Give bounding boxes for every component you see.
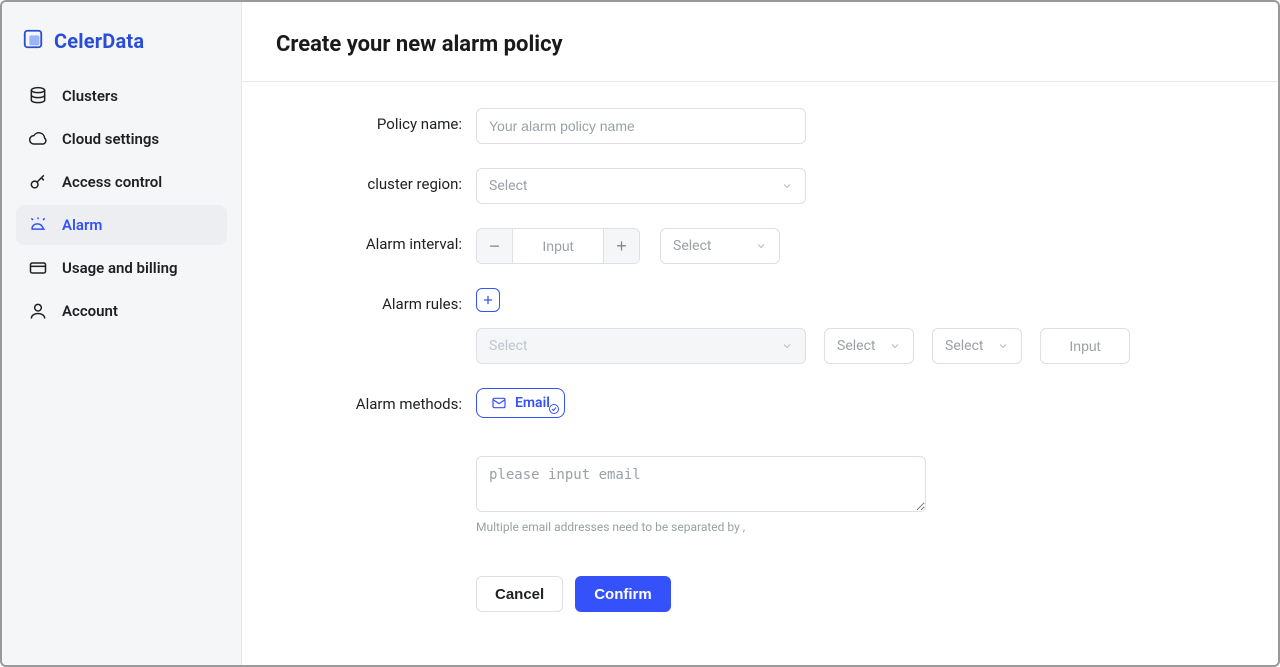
select-placeholder: Select [837,338,875,354]
alarm-interval-input[interactable] [513,229,603,263]
stepper-increase-button[interactable]: + [603,229,639,263]
user-icon [28,301,48,321]
brand-name: CelerData [54,29,144,53]
rule-metric-select[interactable]: Select [476,328,806,364]
sidebar-item-label: Cloud settings [62,130,159,148]
key-icon [28,172,48,192]
alarm-interval-stepper: − + [476,228,640,264]
check-circle-icon [548,403,560,415]
chevron-down-icon [889,340,901,352]
alarm-rules-label: Alarm rules: [276,288,476,313]
confirm-button[interactable]: Confirm [575,576,671,612]
rule-condition-select[interactable]: Select [932,328,1022,364]
sidebar-item-label: Access control [62,173,162,191]
card-icon [28,258,48,278]
add-rule-button[interactable] [476,288,500,312]
select-placeholder: Select [673,238,711,254]
chevron-down-icon [781,340,793,352]
rule-operator-select[interactable]: Select [824,328,914,364]
cluster-region-label: cluster region: [276,168,476,193]
rule-value-input[interactable] [1040,328,1130,364]
sidebar-item-label: Account [62,302,118,320]
select-placeholder: Select [489,178,527,194]
database-icon [28,86,48,106]
cancel-button[interactable]: Cancel [476,576,563,612]
chevron-down-icon [997,340,1009,352]
sidebar-nav: Clusters Cloud settings Access control A… [16,76,227,331]
alarm-methods-label: Alarm methods: [276,388,476,413]
sidebar-item-account[interactable]: Account [16,291,227,331]
alarm-icon [28,215,48,235]
alarm-email-textarea[interactable] [476,456,926,512]
sidebar-item-clusters[interactable]: Clusters [16,76,227,116]
sidebar-item-label: Alarm [62,216,102,234]
logo-icon [22,28,44,54]
page-header: Create your new alarm policy [242,2,1278,82]
policy-name-label: Policy name: [276,108,476,133]
cloud-icon [28,129,48,149]
chevron-down-icon [755,240,767,252]
sidebar-item-label: Clusters [62,87,118,105]
sidebar-item-label: Usage and billing [62,259,178,277]
sidebar-item-usage-billing[interactable]: Usage and billing [16,248,227,288]
alarm-interval-label: Alarm interval: [276,228,476,253]
stepper-decrease-button[interactable]: − [477,229,513,263]
alarm-method-email-chip[interactable]: Email [476,388,565,418]
cluster-region-select[interactable]: Select [476,168,806,204]
policy-name-input[interactable] [476,108,806,144]
chevron-down-icon [781,180,793,192]
form-content: Policy name: cluster region: Select [242,82,1278,638]
page-title: Create your new alarm policy [276,32,1244,57]
sidebar-item-alarm[interactable]: Alarm [16,205,227,245]
sidebar-item-access-control[interactable]: Access control [16,162,227,202]
alarm-method-email-label: Email [515,395,550,411]
sidebar: CelerData Clusters Cloud settings Access… [2,2,242,665]
main: Create your new alarm policy Policy name… [242,2,1278,665]
alarm-interval-unit-select[interactable]: Select [660,228,780,264]
select-placeholder: Select [489,338,527,354]
brand-logo: CelerData [16,22,227,76]
sidebar-item-cloud-settings[interactable]: Cloud settings [16,119,227,159]
alarm-email-hint: Multiple email addresses need to be sepa… [476,520,1244,534]
select-placeholder: Select [945,338,983,354]
mail-icon [491,395,507,411]
